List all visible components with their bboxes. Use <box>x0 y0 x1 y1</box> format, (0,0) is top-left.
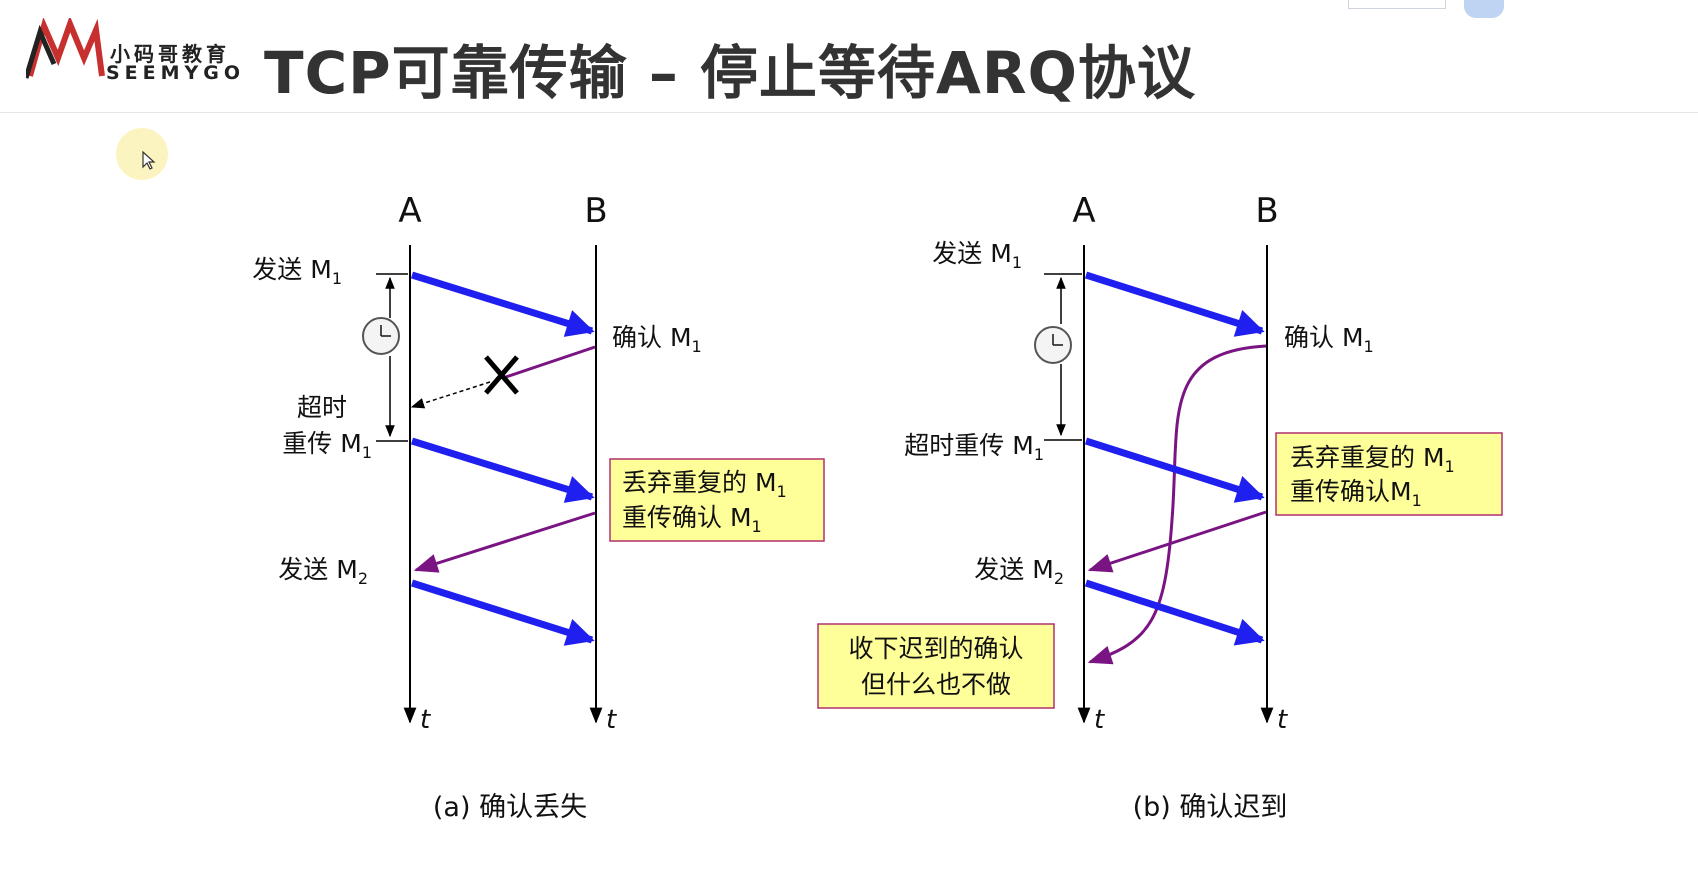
timeout-label: 超时 <box>297 393 347 422</box>
data-arrow-m1 <box>1084 271 1265 337</box>
time-label-b: t <box>1277 705 1288 735</box>
clock-icon <box>1034 326 1072 364</box>
send-m2-label: 发送 M2 <box>278 555 368 588</box>
data-arrow-m2 <box>410 579 595 646</box>
svg-text:丢弃重复的 M1: 丢弃重复的 M1 <box>622 468 787 501</box>
send-m1-label: 发送 M1 <box>252 255 342 288</box>
ack-m1-label: 确认 M1 <box>612 323 702 356</box>
note-late-ack: 收下迟到的确认 但什么也不做 <box>817 623 1055 709</box>
time-label-a: t <box>420 705 431 735</box>
send-m2-label: 发送 M2 <box>974 555 1064 588</box>
caption-a: (a) 确认丢失 <box>433 792 587 823</box>
clock-icon <box>362 317 400 355</box>
ack-arrow-m1-retransmit <box>1087 510 1267 573</box>
data-arrow-m1-retransmit <box>410 437 595 503</box>
note-discard-duplicate: 丢弃重复的 M1 重传确认M1 <box>1275 432 1503 516</box>
ack-arrow-m1-retransmit <box>413 511 596 573</box>
time-label-a: t <box>1094 705 1105 735</box>
time-label-b: t <box>606 705 617 735</box>
svg-text:丢弃重复的 M1: 丢弃重复的 M1 <box>1290 443 1455 476</box>
host-b-label: B <box>584 191 607 231</box>
svg-text:收下迟到的确认: 收下迟到的确认 <box>848 634 1023 663</box>
timeout-retransmit-label: 超时重传 M1 <box>904 431 1044 464</box>
host-a-label: A <box>398 191 421 231</box>
svg-text:重传确认M1: 重传确认M1 <box>1290 477 1422 510</box>
svg-text:但什么也不做: 但什么也不做 <box>861 670 1011 699</box>
retransmit-m1-label: 重传 M1 <box>282 429 372 462</box>
note-discard-duplicate: 丢弃重复的 M1 重传确认 M1 <box>609 458 825 542</box>
host-b-label: B <box>1255 191 1278 231</box>
svg-text:重传确认 M1: 重传确认 M1 <box>622 503 762 536</box>
diagram-a: A B t t 发送 M1 确认 M1 超时 重传 M1 发送 M2 丢弃重复的… <box>252 191 825 823</box>
host-a-label: A <box>1072 191 1095 231</box>
caption-b: (b) 确认迟到 <box>1133 792 1288 823</box>
send-m1-label: 发送 M1 <box>932 239 1022 272</box>
ack-m1-label: 确认 M1 <box>1284 323 1374 356</box>
arq-diagrams: A B t t 发送 M1 确认 M1 超时 重传 M1 发送 M2 丢弃重复的… <box>252 191 1503 823</box>
ack-arrow-lost <box>502 345 596 380</box>
data-arrow-m2 <box>1084 579 1265 646</box>
diagram-b: A B t t 发送 M1 确认 M1 超时重传 M1 发送 M2 丢弃重复的 … <box>817 191 1503 823</box>
data-arrow-m1 <box>410 271 595 337</box>
dashed-ack-path <box>410 381 491 409</box>
